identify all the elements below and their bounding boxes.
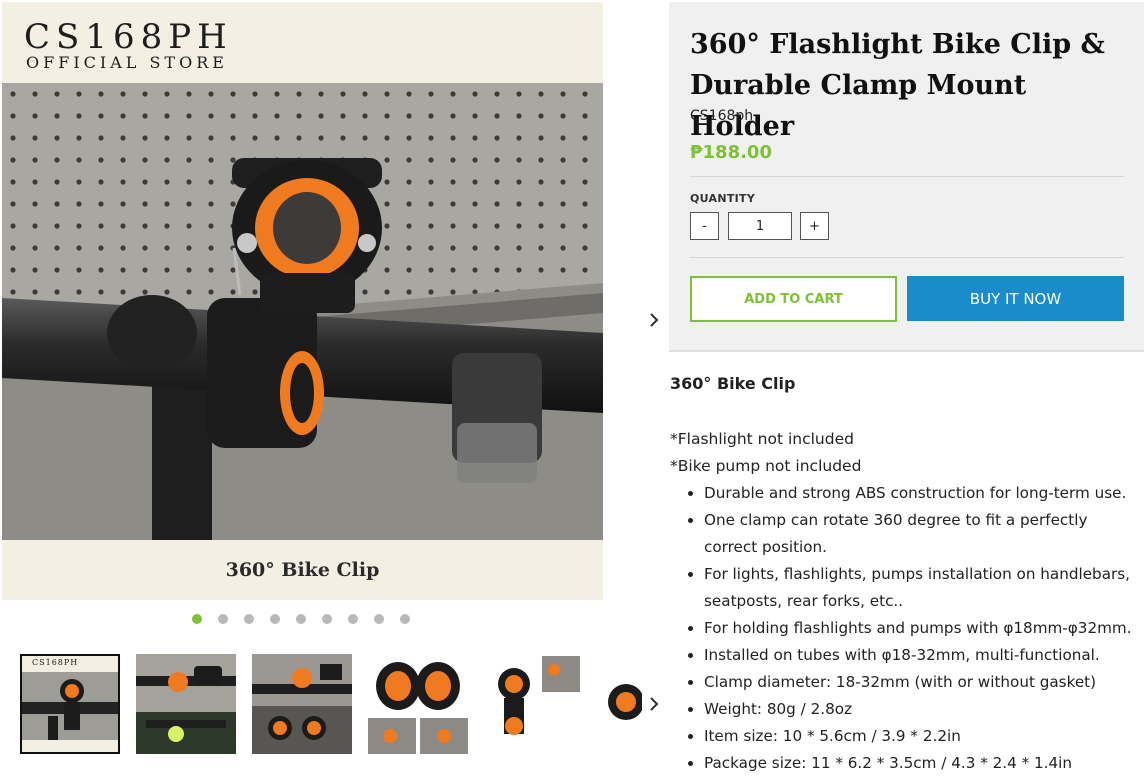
pagination-dot[interactable] <box>192 614 202 624</box>
brand-logo-subtitle: OFFICIAL STORE <box>26 53 228 72</box>
pagination-dot[interactable] <box>374 614 384 624</box>
feature-list-item: Installed on tubes with φ18-32mm, multi-… <box>704 642 1145 669</box>
main-product-image[interactable]: CS168PH OFFICIAL STORE 360° Bike Clip <box>2 2 603 600</box>
thumbnail-next-button[interactable] <box>644 692 664 716</box>
thumbnail-strip: CS168PH <box>20 654 642 754</box>
product-price: ₱188.00 <box>690 142 772 163</box>
pagination-dot[interactable] <box>218 614 228 624</box>
image-caption: 360° Bike Clip <box>225 559 380 581</box>
thumbnail-image <box>600 654 642 754</box>
thumbnail-3[interactable] <box>252 654 352 754</box>
thumbnail-1[interactable]: CS168PH <box>20 654 120 754</box>
product-vendor: CS168ph <box>690 108 754 124</box>
divider <box>690 176 1124 177</box>
feature-list-item: Clamp diameter: 18-32mm (with or without… <box>704 669 1145 696</box>
pagination-dot[interactable] <box>296 614 306 624</box>
feature-list-item: For holding flashlights and pumps with φ… <box>704 615 1145 642</box>
brand-logo-title: CS168PH <box>24 17 233 57</box>
thumbnail-2[interactable] <box>136 654 236 754</box>
feature-list-item: Durable and strong ABS construction for … <box>704 480 1145 507</box>
pagination-dot[interactable] <box>322 614 332 624</box>
feature-list: Durable and strong ABS construction for … <box>670 480 1145 777</box>
feature-list-item: For lights, flashlights, pumps installat… <box>704 561 1145 615</box>
thumbnail-image <box>368 654 468 754</box>
pagination-dot[interactable] <box>270 614 280 624</box>
thumbnail-image <box>252 654 352 754</box>
thumbnail-6[interactable] <box>600 654 642 754</box>
product-photo <box>2 83 603 540</box>
pagination-dot[interactable] <box>348 614 358 624</box>
thumbnail-image <box>484 654 584 754</box>
add-to-cart-button[interactable]: ADD TO CART <box>690 276 897 322</box>
feature-list-item: Package size: 11 * 6.2 * 3.5cm / 4.3 * 2… <box>704 750 1145 777</box>
quantity-input[interactable] <box>728 212 792 240</box>
pagination-dot[interactable] <box>400 614 410 624</box>
chevron-right-icon <box>650 697 659 711</box>
feature-list-item: Weight: 80g / 2.8oz <box>704 696 1145 723</box>
image-pagination-dots <box>192 614 410 624</box>
pagination-dot[interactable] <box>244 614 254 624</box>
thumbnail-image <box>136 654 236 754</box>
thumbnail-image <box>22 656 118 752</box>
feature-list-item: One clamp can rotate 360 degree to fit a… <box>704 507 1145 561</box>
divider <box>690 257 1124 258</box>
main-image-next-button[interactable] <box>644 308 664 332</box>
quantity-increase-button[interactable]: + <box>800 212 829 240</box>
feature-list-item: Item size: 10 * 5.6cm / 3.9 * 2.2in <box>704 723 1145 750</box>
quantity-label: QUANTITY <box>690 192 756 205</box>
product-info-panel: 360° Flashlight Bike Clip & Durable Clam… <box>669 2 1144 352</box>
product-description: 360° Bike Clip *Flashlight not included … <box>670 372 1145 777</box>
buy-it-now-button[interactable]: BUY IT NOW <box>907 276 1124 321</box>
quantity-decrease-button[interactable]: - <box>690 212 719 240</box>
thumbnail-brand-text: CS168PH <box>32 658 79 667</box>
description-heading: 360° Bike Clip <box>670 374 796 393</box>
thumbnail-4[interactable] <box>368 654 468 754</box>
description-note: *Bike pump not included <box>670 457 862 475</box>
thumbnail-5[interactable] <box>484 654 584 754</box>
product-title: 360° Flashlight Bike Clip & Durable Clam… <box>690 29 1105 142</box>
chevron-right-icon <box>650 313 659 327</box>
description-note: *Flashlight not included <box>670 430 854 448</box>
